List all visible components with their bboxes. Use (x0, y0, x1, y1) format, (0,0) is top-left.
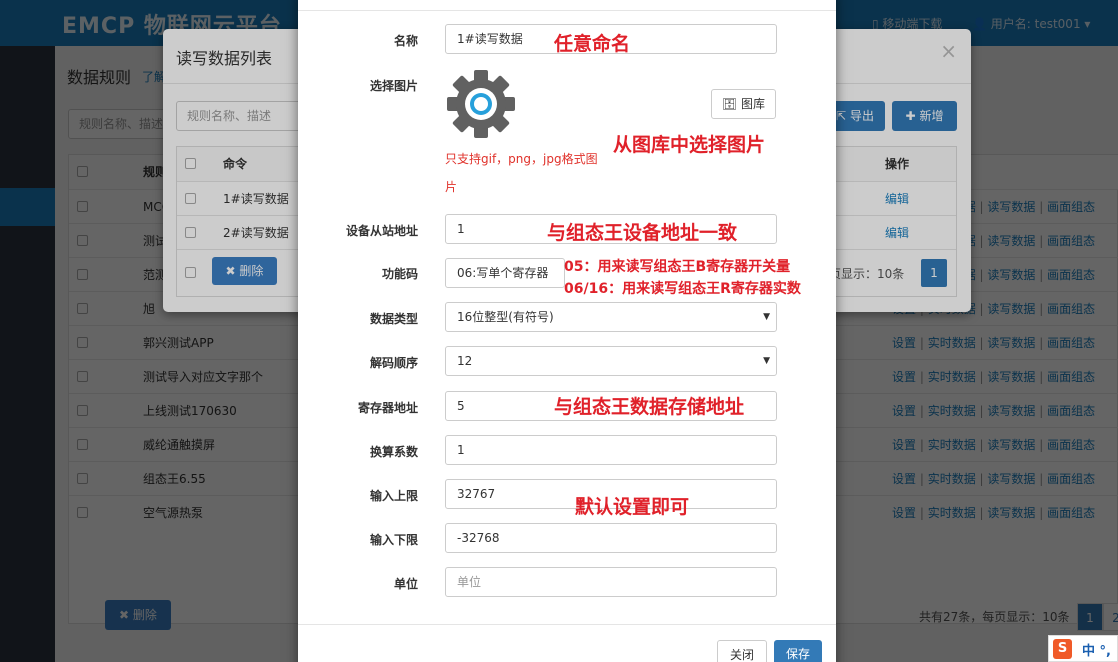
decode-order-label: 解码顺序 (369, 356, 418, 370)
gear-icon[interactable] (445, 68, 517, 140)
register-address-label: 寄存器地址 (357, 401, 418, 415)
ime-toolbar[interactable]: S 中 °, (1048, 635, 1118, 662)
annotation-register-address: 与组态王数据存储地址 (554, 396, 745, 418)
factor-input[interactable]: 1 (445, 435, 777, 465)
annotation-slave-address: 与组态王设备地址一致 (547, 222, 738, 244)
chevron-down-icon: ▼ (763, 356, 770, 366)
divider (298, 10, 836, 11)
function-code-select[interactable]: 06:写单个寄存器 (445, 258, 565, 288)
decode-order-select[interactable]: 12 ▼ (445, 346, 777, 376)
max-label: 输入上限 (369, 489, 418, 503)
data-type-select[interactable]: 16位整型(有符号) ▼ (445, 302, 777, 332)
factor-label: 换算系数 (369, 445, 418, 459)
data-type-label: 数据类型 (369, 312, 418, 326)
gallery-button[interactable]: 🗄 图库 (711, 89, 776, 119)
close-button[interactable]: 关闭 (717, 640, 767, 662)
database-icon: 🗄 (721, 97, 738, 111)
min-label: 输入下限 (369, 533, 418, 547)
divider (298, 624, 836, 625)
slave-address-label: 设备从站地址 (345, 224, 418, 238)
sogou-ime-icon: S (1053, 639, 1072, 659)
save-button[interactable]: 保存 (774, 640, 822, 662)
annotation-name: 任意命名 (554, 33, 631, 55)
min-input[interactable]: -32768 (445, 523, 777, 553)
unit-label: 单位 (393, 577, 418, 591)
chevron-down-icon: ▼ (763, 312, 770, 322)
ime-mode-label: 中 °, (1082, 644, 1111, 659)
image-label: 选择图片 (369, 79, 418, 93)
edit-dialog: 名称 1#读写数据 选择图片 🗄 图库 只支持gif，png，jpg格式图片 设… (298, 0, 836, 662)
function-code-label: 功能码 (381, 267, 418, 281)
annotation-func-06-16: 06/16：用来读写组态王R寄存器实数 (564, 281, 801, 297)
annotation-func-05: 05：用来读写组态王B寄存器开关量 (564, 259, 791, 275)
image-format-hint: 只支持gif，png，jpg格式图片 (445, 152, 598, 194)
name-label: 名称 (393, 34, 418, 48)
annotation-defaults: 默认设置即可 (575, 496, 690, 518)
unit-input[interactable]: 单位 (445, 567, 777, 597)
annotation-gallery: 从图库中选择图片 (613, 134, 766, 156)
